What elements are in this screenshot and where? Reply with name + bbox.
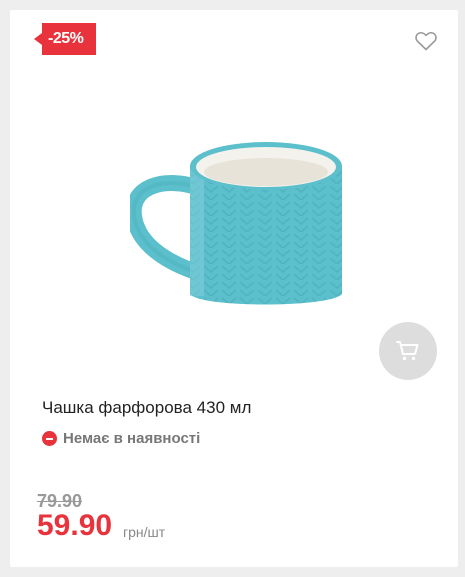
add-to-cart-button[interactable] [379, 322, 437, 380]
discount-badge-label: -25% [48, 30, 84, 47]
price-unit: грн/шт [123, 524, 166, 540]
product-title[interactable]: Чашка фарфорова 430 мл [42, 398, 251, 418]
cart-icon [396, 341, 419, 361]
discount-badge: -25% [34, 23, 96, 55]
heart-outline-icon[interactable] [415, 31, 437, 51]
product-image[interactable] [125, 136, 355, 316]
minus-circle-icon [42, 431, 57, 446]
availability-label: Немає в наявності [63, 430, 201, 447]
current-price: 59.90 [37, 509, 113, 542]
